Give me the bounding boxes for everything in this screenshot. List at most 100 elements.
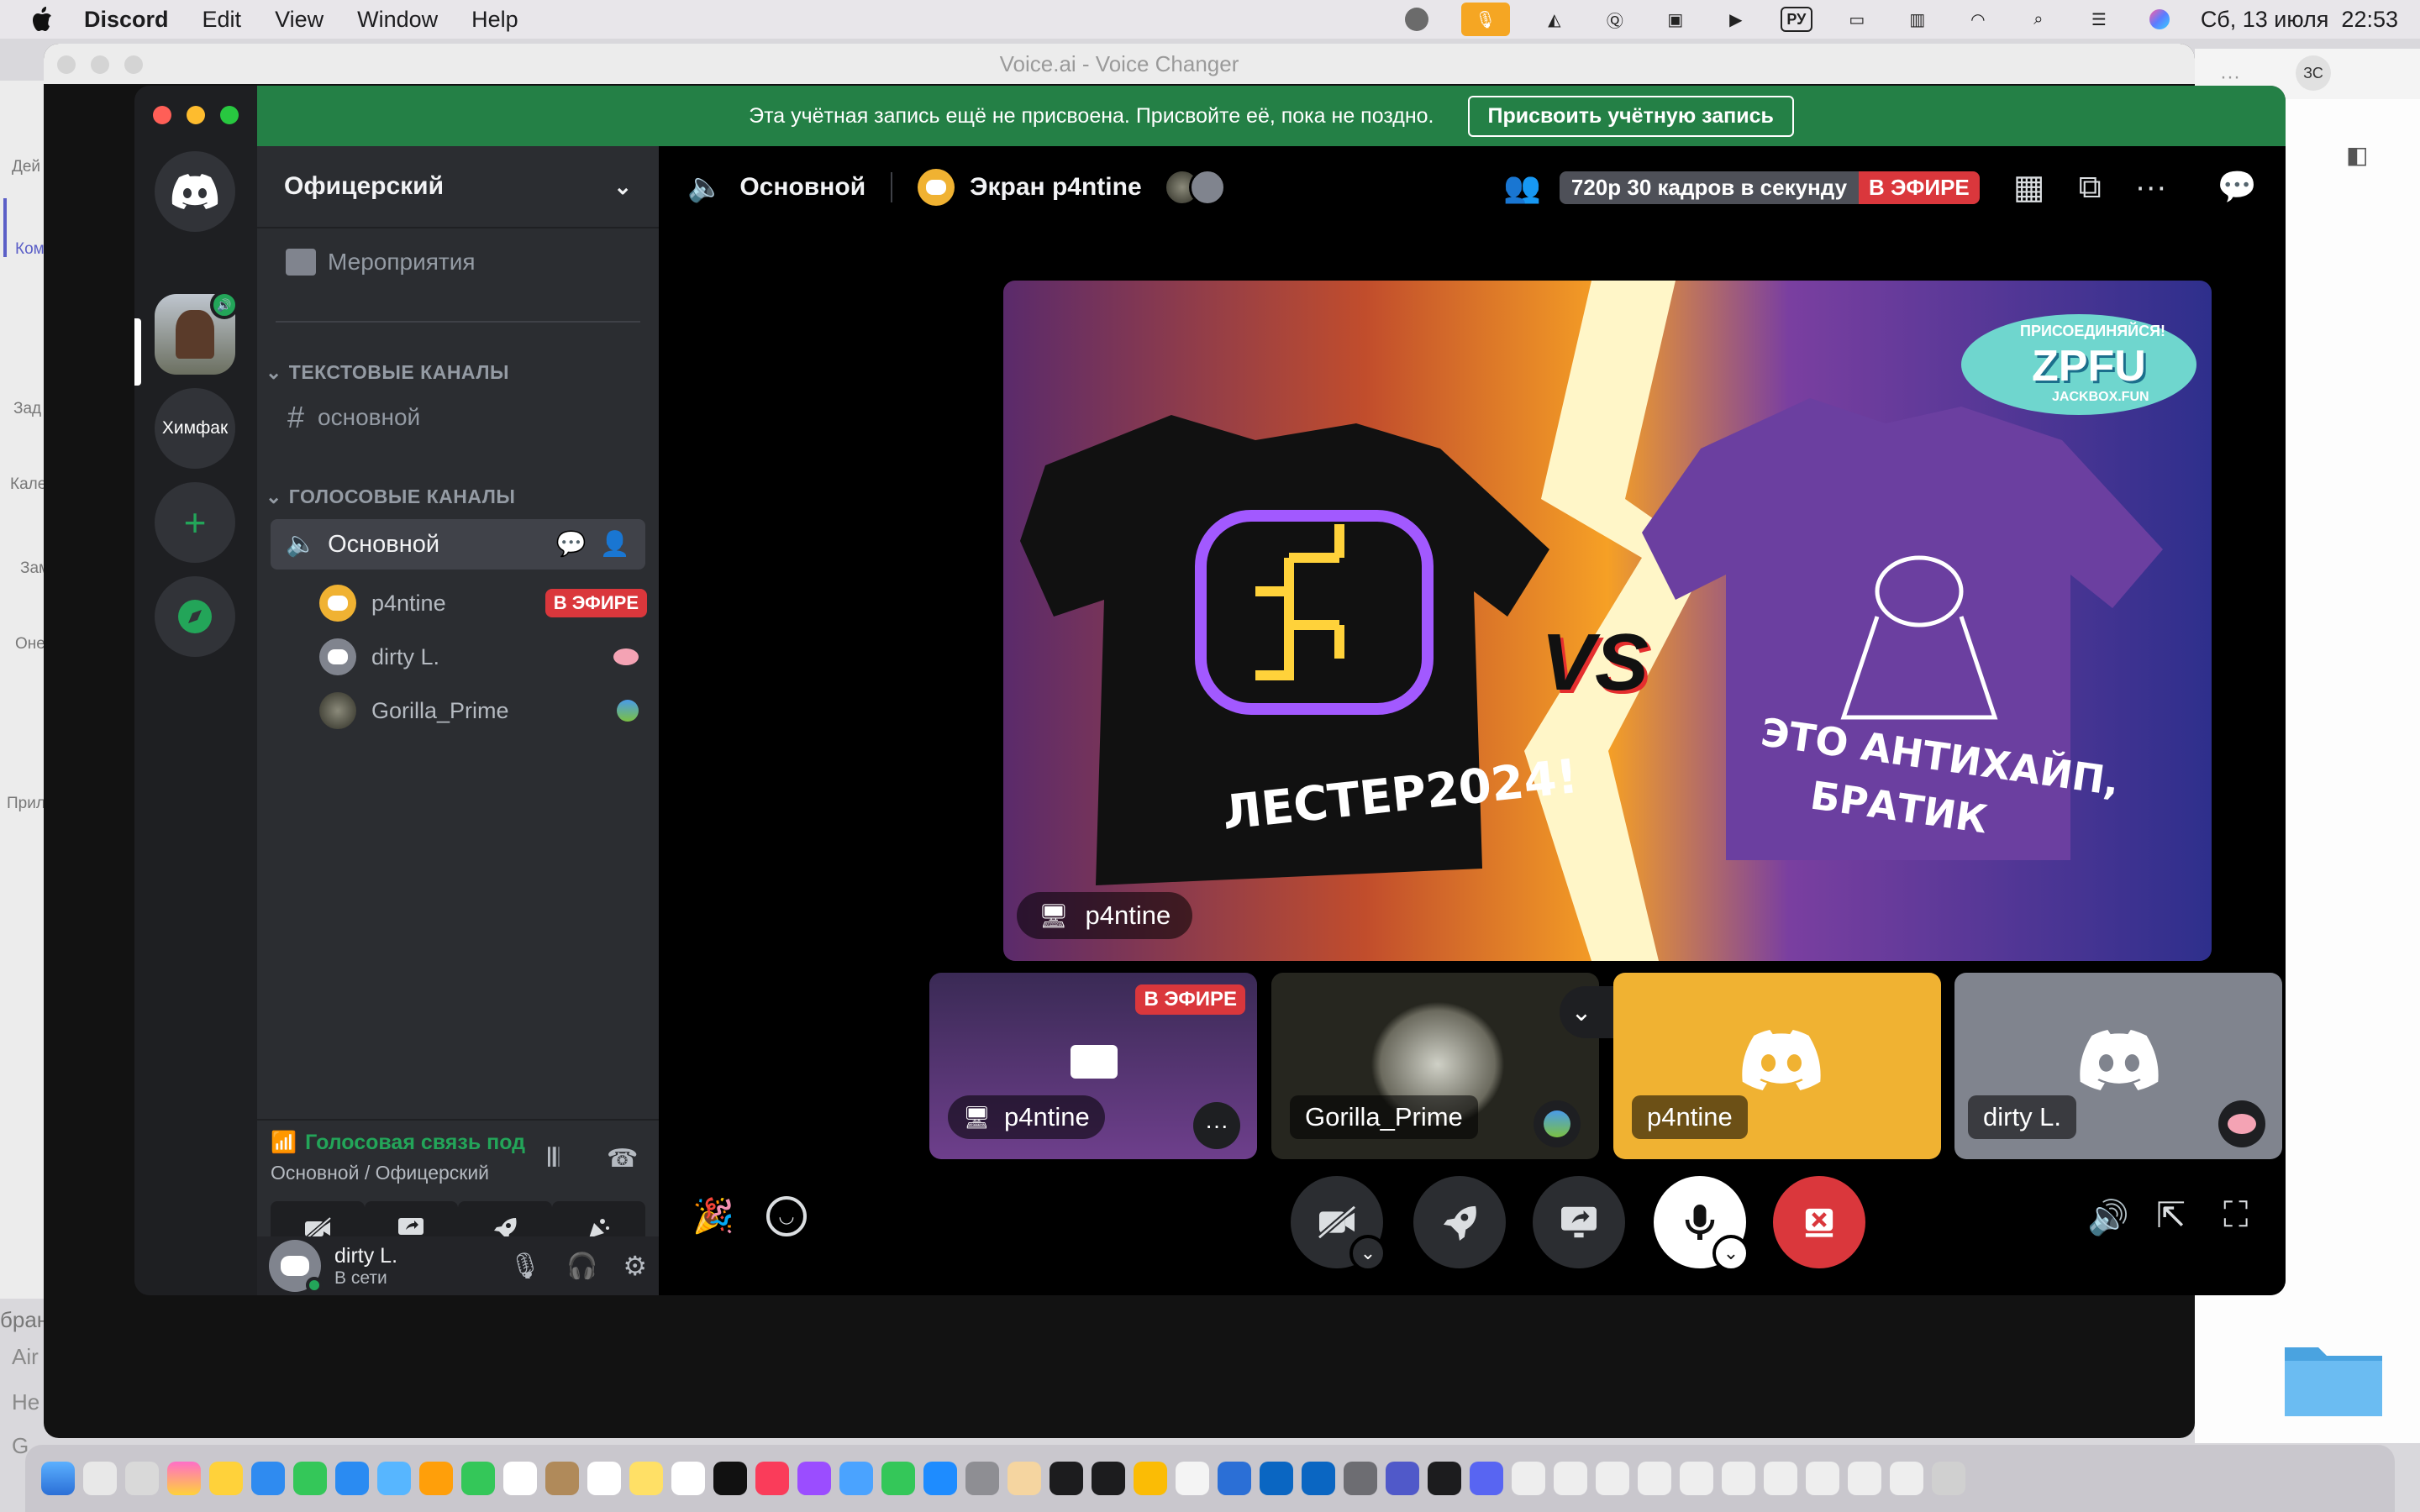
mail-icon[interactable]: [335, 1462, 369, 1495]
chevron-down-icon[interactable]: ⌄: [1712, 1235, 1749, 1272]
app-icon[interactable]: [1554, 1462, 1587, 1495]
screen-capture-icon[interactable]: ▣: [1660, 7, 1691, 32]
sidebar-toggle-icon[interactable]: ◧: [2346, 141, 2368, 169]
text-channel-osnovnoy[interactable]: # основной: [287, 400, 420, 435]
server-officer-icon[interactable]: 🔊: [155, 291, 239, 375]
wifi-icon[interactable]: ◠: [1962, 7, 1994, 32]
disconnect-phone-icon[interactable]: ☎: [607, 1144, 638, 1173]
messages-icon[interactable]: [293, 1462, 327, 1495]
memory-monitor-icon[interactable]: ▥: [1902, 7, 1933, 32]
share-screen-button[interactable]: [1533, 1176, 1625, 1268]
app-status-icon[interactable]: ◭: [1539, 7, 1570, 32]
menu-edit[interactable]: Edit: [203, 7, 242, 33]
voice-member-row[interactable]: p4ntine В ЭФИРЕ: [319, 580, 647, 627]
app-icon[interactable]: [167, 1462, 201, 1495]
safari-icon[interactable]: [251, 1462, 285, 1495]
add-server-button[interactable]: +: [155, 482, 235, 563]
explore-servers-button[interactable]: [155, 576, 235, 657]
stream-title[interactable]: Экран p4ntine: [970, 173, 1142, 202]
vscode-icon[interactable]: [1260, 1462, 1293, 1495]
menu-app-name[interactable]: Discord: [84, 7, 169, 33]
add-user-icon[interactable]: 👥: [1503, 170, 1541, 205]
server-himfak[interactable]: Химфак: [155, 388, 235, 469]
finder-icon[interactable]: [41, 1462, 75, 1495]
pop-out-icon[interactable]: ⇱: [2156, 1194, 2186, 1236]
keyboard-layout-indicator[interactable]: РУ: [1780, 7, 1812, 32]
vscode-icon[interactable]: [1302, 1462, 1335, 1495]
avatar[interactable]: ЗС: [2296, 55, 2331, 91]
pop-out-stream-icon[interactable]: ⧉: [2079, 170, 2102, 206]
claim-account-button[interactable]: Присвоить учётную запись: [1467, 95, 1794, 137]
discord-icon[interactable]: [1470, 1462, 1503, 1495]
trash-icon[interactable]: [1932, 1462, 1965, 1495]
grid-layout-icon[interactable]: ▦: [2013, 168, 2045, 207]
chrome-icon[interactable]: [1134, 1462, 1167, 1495]
app-icon[interactable]: [1890, 1462, 1923, 1495]
app-icon[interactable]: [1806, 1462, 1839, 1495]
chat-bubble-icon[interactable]: 💬: [2217, 169, 2257, 206]
voice-app-icon[interactable]: [1428, 1462, 1461, 1495]
username[interactable]: dirty L.: [334, 1244, 397, 1268]
camera-off-button[interactable]: ⌄: [1291, 1176, 1386, 1272]
facetime-icon[interactable]: [461, 1462, 495, 1495]
record-indicator-icon[interactable]: [1401, 7, 1433, 32]
photos-icon[interactable]: [419, 1462, 453, 1495]
window-zoom-button[interactable]: [124, 55, 143, 74]
activities-rocket-button[interactable]: [1413, 1176, 1506, 1268]
app-store-icon[interactable]: [923, 1462, 957, 1495]
voice-member-row[interactable]: Gorilla_Prime: [319, 687, 647, 734]
window-close-button[interactable]: [153, 106, 171, 124]
participant-tile[interactable]: dirty L.: [1954, 973, 2282, 1159]
avatar[interactable]: [269, 1240, 323, 1294]
app-icon[interactable]: [1344, 1462, 1377, 1495]
voice-status-title[interactable]: Голосовая связь под: [305, 1131, 525, 1155]
folder-icon[interactable]: [2281, 1336, 2386, 1420]
numbers-icon[interactable]: [881, 1462, 915, 1495]
calendar-icon[interactable]: [503, 1462, 537, 1495]
leave-call-button[interactable]: [1773, 1176, 1865, 1268]
music-icon[interactable]: [755, 1462, 789, 1495]
voice-status-subtitle[interactable]: Основной / Офицерский: [271, 1162, 645, 1184]
menu-window[interactable]: Window: [357, 7, 438, 33]
podcasts-icon[interactable]: [797, 1462, 831, 1495]
microphone-in-use-icon[interactable]: 🎙: [1460, 3, 1510, 36]
reminders-icon[interactable]: [587, 1462, 621, 1495]
participant-tile[interactable]: Gorilla_Prime: [1271, 973, 1599, 1159]
events-item[interactable]: Мероприятия: [286, 249, 476, 276]
invite-user-icon[interactable]: 👤: [600, 530, 630, 559]
battery-icon[interactable]: ▭: [1841, 7, 1873, 32]
window-minimize-button[interactable]: [91, 55, 109, 74]
category-voice-channels[interactable]: ⌄ ГОЛОСОВЫЕ КАНАЛЫ: [266, 486, 515, 508]
stream-video[interactable]: ЛЕСТЕР2024! VS ЭТО АНТИХАЙП, БРАТИК ПРИС…: [1003, 281, 2212, 961]
pen-app-icon[interactable]: [125, 1462, 159, 1495]
activity-monitor-icon[interactable]: [1092, 1462, 1125, 1495]
spotlight-search-icon[interactable]: ⌕: [2023, 7, 2054, 32]
participant-tile[interactable]: В ЭФИРЕ 🖥 p4ntine ···: [929, 973, 1257, 1159]
window-zoom-button[interactable]: [220, 106, 239, 124]
terminal-icon[interactable]: [1050, 1462, 1083, 1495]
discord-home-button[interactable]: [155, 151, 235, 232]
menubar-clock[interactable]: Сб, 13 июля 22:53: [2201, 7, 2398, 33]
notes-icon[interactable]: [629, 1462, 663, 1495]
app-icon[interactable]: [839, 1462, 873, 1495]
chat-bubble-icon[interactable]: 💬: [556, 530, 587, 559]
app-icon[interactable]: [1218, 1462, 1251, 1495]
more-options-icon[interactable]: ···: [1193, 1102, 1240, 1149]
app-icon[interactable]: [1512, 1462, 1545, 1495]
menu-view[interactable]: View: [275, 7, 324, 33]
emoji-smile-icon[interactable]: ◡: [766, 1196, 807, 1236]
teams-icon[interactable]: [1386, 1462, 1419, 1495]
freeform-icon[interactable]: [671, 1462, 705, 1495]
apple-tv-icon[interactable]: [713, 1462, 747, 1495]
app-icon[interactable]: [1638, 1462, 1671, 1495]
maps-icon[interactable]: [377, 1462, 411, 1495]
menu-help[interactable]: Help: [471, 7, 518, 33]
contacts-icon[interactable]: [545, 1462, 579, 1495]
play-circle-icon[interactable]: ▶: [1720, 7, 1752, 32]
app-icon[interactable]: [1764, 1462, 1797, 1495]
voice-activity-icon[interactable]: 𝄃𝄃: [548, 1144, 559, 1173]
window-minimize-button[interactable]: [187, 106, 205, 124]
search-magnifier-icon[interactable]: Ⓠ: [1599, 7, 1631, 32]
soundboard-icon[interactable]: 🎉: [692, 1196, 734, 1236]
control-center-icon[interactable]: ☰: [2083, 7, 2115, 32]
